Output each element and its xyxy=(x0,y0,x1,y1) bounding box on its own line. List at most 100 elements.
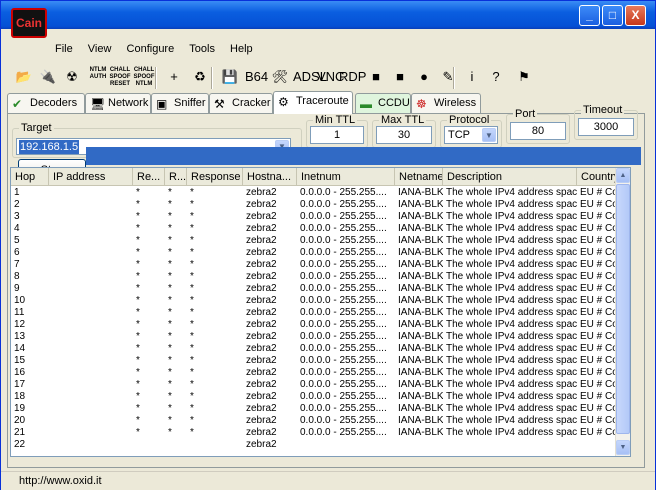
table-row[interactable]: 18 * * * zebra2 0.0.0.0 - 255.255.... IANA-BLK… xyxy=(11,391,617,402)
help-icon[interactable]: ? xyxy=(485,65,507,89)
table-row[interactable]: 3 * * * zebra2 0.0.0.0 - 255.255.... IANA-BLK T… xyxy=(11,211,617,222)
tab-wireless[interactable]: ☸ Wireless xyxy=(411,93,481,114)
table-cell: 20 xyxy=(14,415,26,426)
radiation-icon[interactable]: ☢ xyxy=(61,65,83,89)
tab-sniffer[interactable]: ▣ Sniffer xyxy=(151,93,209,114)
network-card-icon[interactable]: 🔌 xyxy=(37,65,59,89)
chall-spoof-ntlm-button[interactable]: CHALL SPOOF NTLM xyxy=(133,65,155,89)
menu-file[interactable]: File xyxy=(49,41,79,55)
rdp-icon[interactable]: RDP xyxy=(339,65,366,89)
adsl-icon[interactable]: ADSL xyxy=(293,65,327,89)
table-row[interactable]: 4 * * * zebra2 0.0.0.0 - 255.255.... IANA-BLK T… xyxy=(11,223,617,234)
add-icon[interactable]: + xyxy=(163,65,185,89)
open-icon[interactable]: 📂 xyxy=(13,65,35,89)
table-row[interactable]: 14 * * * zebra2 0.0.0.0 - 255.255.... IANA-BLK… xyxy=(11,343,617,354)
port-input[interactable]: 80 xyxy=(510,122,566,140)
database-icon[interactable]: ■ xyxy=(365,65,387,89)
table-cell: IANA-BLK xyxy=(398,283,443,294)
scrollbar-thumb[interactable] xyxy=(616,184,630,434)
table-row[interactable]: 1 * * * zebra2 0.0.0.0 - 255.255.... IANA-BLK T… xyxy=(11,187,617,198)
vnc-icon[interactable]: VNC xyxy=(317,65,344,89)
cisco-icon[interactable]: ■ xyxy=(389,65,411,89)
table-row[interactable]: 20 * * * zebra2 0.0.0.0 - 255.255.... IANA-BLK… xyxy=(11,415,617,426)
toolbar-separator xyxy=(211,67,213,89)
max-ttl-input[interactable]: 30 xyxy=(376,126,432,144)
table-cell: zebra2 xyxy=(246,247,277,258)
table-row[interactable]: 15 * * * zebra2 0.0.0.0 - 255.255.... IANA-BLK… xyxy=(11,355,617,366)
column-header[interactable]: Re... xyxy=(133,168,165,186)
table-cell: 0.0.0.0 - 255.255.... xyxy=(300,415,387,426)
exit-icon[interactable]: ⚑ xyxy=(513,65,535,89)
menu-configure[interactable]: Configure xyxy=(121,41,181,55)
column-header[interactable]: Description xyxy=(443,168,577,186)
table-cell: The whole IPv4 address space xyxy=(446,355,577,366)
base64-icon[interactable]: B64 xyxy=(245,65,268,89)
vertical-scrollbar[interactable]: ▲ ▼ xyxy=(615,168,630,456)
tab-ccdu[interactable]: ▬ CCDU xyxy=(355,93,411,114)
table-row[interactable]: 9 * * * zebra2 0.0.0.0 - 255.255.... IANA-BLK T… xyxy=(11,283,617,294)
tab-decoders[interactable]: ✔ Decoders xyxy=(7,93,85,114)
chall-spoof-reset-button[interactable]: CHALL SPOOF RESET xyxy=(109,65,131,89)
table-cell: 0.0.0.0 - 255.255.... xyxy=(300,295,387,306)
table-row[interactable]: 22 zebra2 xyxy=(11,439,617,450)
table-row[interactable]: 13 * * * zebra2 0.0.0.0 - 255.255.... IANA-BLK… xyxy=(11,331,617,342)
table-row[interactable]: 16 * * * zebra2 0.0.0.0 - 255.255.... IANA-BLK… xyxy=(11,367,617,378)
maximize-button[interactable]: □ xyxy=(602,5,623,26)
tab-cracker[interactable]: ⚒ Cracker xyxy=(209,93,273,114)
table-row[interactable]: 6 * * * zebra2 0.0.0.0 - 255.255.... IANA-BLK T… xyxy=(11,247,617,258)
table-cell: 0.0.0.0 - 255.255.... xyxy=(300,235,387,246)
table-row[interactable]: 21 * * * zebra2 0.0.0.0 - 255.255.... IANA-BLK… xyxy=(11,427,617,438)
table-cell: 8 xyxy=(14,271,20,282)
decoder-icon[interactable]: 💾 xyxy=(219,65,241,89)
column-header[interactable]: Response xyxy=(187,168,243,186)
column-header[interactable]: Country xyxy=(577,168,617,186)
menu-tools[interactable]: Tools xyxy=(183,41,221,55)
column-header[interactable]: Hostna... xyxy=(243,168,297,186)
ntlm-auth-button[interactable]: NTLM AUTH xyxy=(87,65,109,89)
certificate-icon[interactable]: ✎ xyxy=(437,65,459,89)
table-cell: * xyxy=(136,199,140,210)
tab-traceroute[interactable]: ⚙ Traceroute xyxy=(273,91,353,114)
protocol-select[interactable]: TCP ▼ xyxy=(444,126,498,144)
table-cell: zebra2 xyxy=(246,295,277,306)
network-icon[interactable]: ● xyxy=(413,65,435,89)
column-header[interactable]: R... xyxy=(165,168,187,186)
table-cell: The whole IPv4 address space xyxy=(446,247,577,258)
title-bar[interactable]: _ □ X xyxy=(1,1,655,29)
menu-view[interactable]: View xyxy=(82,41,118,55)
table-cell: EU # Cour xyxy=(580,331,617,342)
recycle-icon[interactable]: ♻ xyxy=(189,65,211,89)
minimize-button[interactable]: _ xyxy=(579,5,600,26)
timeout-input[interactable]: 3000 xyxy=(578,118,634,136)
menu-help[interactable]: Help xyxy=(224,41,259,55)
table-row[interactable]: 5 * * * zebra2 0.0.0.0 - 255.255.... IANA-BLK T… xyxy=(11,235,617,246)
column-header[interactable]: Hop xyxy=(11,168,49,186)
table-cell: EU # Cour xyxy=(580,415,617,426)
table-row[interactable]: 17 * * * zebra2 0.0.0.0 - 255.255.... IANA-BLK… xyxy=(11,379,617,390)
min-ttl-input[interactable]: 1 xyxy=(310,126,364,144)
column-header[interactable]: Netname xyxy=(395,168,443,186)
table-row[interactable]: 8 * * * zebra2 0.0.0.0 - 255.255.... IANA-BLK T… xyxy=(11,271,617,282)
column-header[interactable]: IP address xyxy=(49,168,133,186)
scroll-up-icon[interactable]: ▲ xyxy=(616,168,630,183)
tools-icon[interactable]: 🛠 xyxy=(269,65,291,89)
table-cell: zebra2 xyxy=(246,427,277,438)
table-row[interactable]: 11 * * * zebra2 0.0.0.0 - 255.255.... IANA-BLK… xyxy=(11,307,617,318)
table-row[interactable]: 2 * * * zebra2 0.0.0.0 - 255.255.... IANA-BLK T… xyxy=(11,199,617,210)
column-header[interactable]: Inetnum xyxy=(297,168,395,186)
close-button[interactable]: X xyxy=(625,5,646,26)
table-cell: EU # Cour xyxy=(580,283,617,294)
protocol-label: Protocol xyxy=(447,114,492,126)
table-row[interactable]: 12 * * * zebra2 0.0.0.0 - 255.255.... IANA-BLK… xyxy=(11,319,617,330)
target-value: 192.168.1.5 xyxy=(19,140,80,154)
table-cell: zebra2 xyxy=(246,259,277,270)
table-cell: * xyxy=(136,415,140,426)
table-cell xyxy=(49,403,133,414)
tab-network[interactable]: 🖥 Network xyxy=(85,93,151,114)
table-row[interactable]: 7 * * * zebra2 0.0.0.0 - 255.255.... IANA-BLK T… xyxy=(11,259,617,270)
info-icon[interactable]: i xyxy=(461,65,483,89)
chevron-down-icon[interactable]: ▼ xyxy=(482,128,496,142)
table-row[interactable]: 19 * * * zebra2 0.0.0.0 - 255.255.... IANA-BLK… xyxy=(11,403,617,414)
table-row[interactable]: 10 * * * zebra2 0.0.0.0 - 255.255.... IANA-BLK… xyxy=(11,295,617,306)
scroll-down-icon[interactable]: ▼ xyxy=(616,440,630,455)
